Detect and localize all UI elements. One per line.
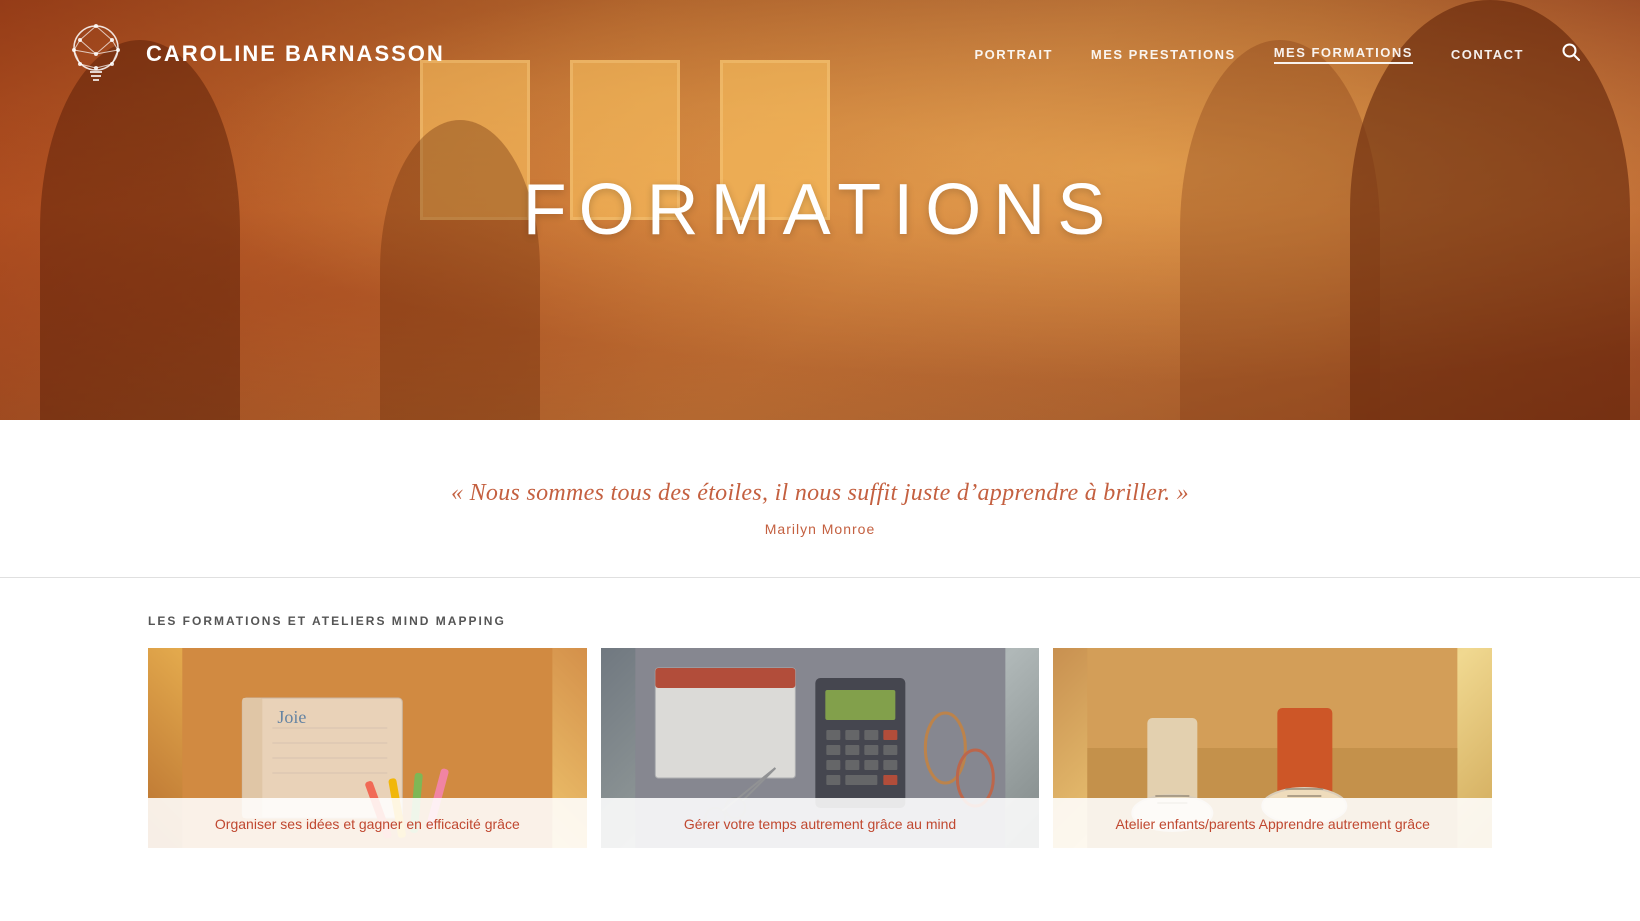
main-nav: PORTRAIT MES PRESTATIONS MES FORMATIONS …: [974, 43, 1580, 66]
card-gerer-temps[interactable]: Gérer votre temps autrement grâce au min…: [601, 648, 1040, 848]
card-1-caption: Organiser ses idées et gagner en efficac…: [148, 798, 587, 848]
section-title: LES FORMATIONS ET ATELIERS MIND MAPPING: [0, 578, 1640, 648]
quote-author: Marilyn Monroe: [40, 521, 1600, 537]
card-1-caption-text: Organiser ses idées et gagner en efficac…: [166, 814, 569, 834]
card-2-caption: Gérer votre temps autrement grâce au min…: [601, 798, 1040, 848]
quote-section: « Nous sommes tous des étoiles, il nous …: [0, 420, 1640, 578]
nav-formations[interactable]: MES FORMATIONS: [1274, 45, 1413, 64]
quote-text: « Nous sommes tous des étoiles, il nous …: [40, 480, 1600, 507]
cards-row: Joie Organiser ses idées et gagner en ef…: [0, 648, 1640, 848]
nav-prestations[interactable]: MES PRESTATIONS: [1091, 47, 1236, 62]
search-button[interactable]: [1562, 43, 1580, 66]
hero-title: FORMATIONS: [523, 169, 1118, 251]
site-header: CAROLINE BARNASSON PORTRAIT MES PRESTATI…: [0, 0, 1640, 108]
hero-person-2: [380, 120, 540, 420]
nav-contact[interactable]: CONTACT: [1451, 47, 1524, 62]
logo-icon: [60, 18, 132, 90]
card-3-caption-text: Atelier enfants/parents Apprendre autrem…: [1071, 814, 1474, 834]
card-atelier-enfants[interactable]: Atelier enfants/parents Apprendre autrem…: [1053, 648, 1492, 848]
search-icon: [1562, 43, 1580, 61]
logo-area[interactable]: CAROLINE BARNASSON: [60, 18, 445, 90]
nav-portrait[interactable]: PORTRAIT: [974, 47, 1052, 62]
logo-text: CAROLINE BARNASSON: [146, 41, 445, 67]
card-organiser[interactable]: Joie Organiser ses idées et gagner en ef…: [148, 648, 587, 848]
card-3-caption: Atelier enfants/parents Apprendre autrem…: [1053, 798, 1492, 848]
card-2-caption-text: Gérer votre temps autrement grâce au min…: [619, 814, 1022, 834]
